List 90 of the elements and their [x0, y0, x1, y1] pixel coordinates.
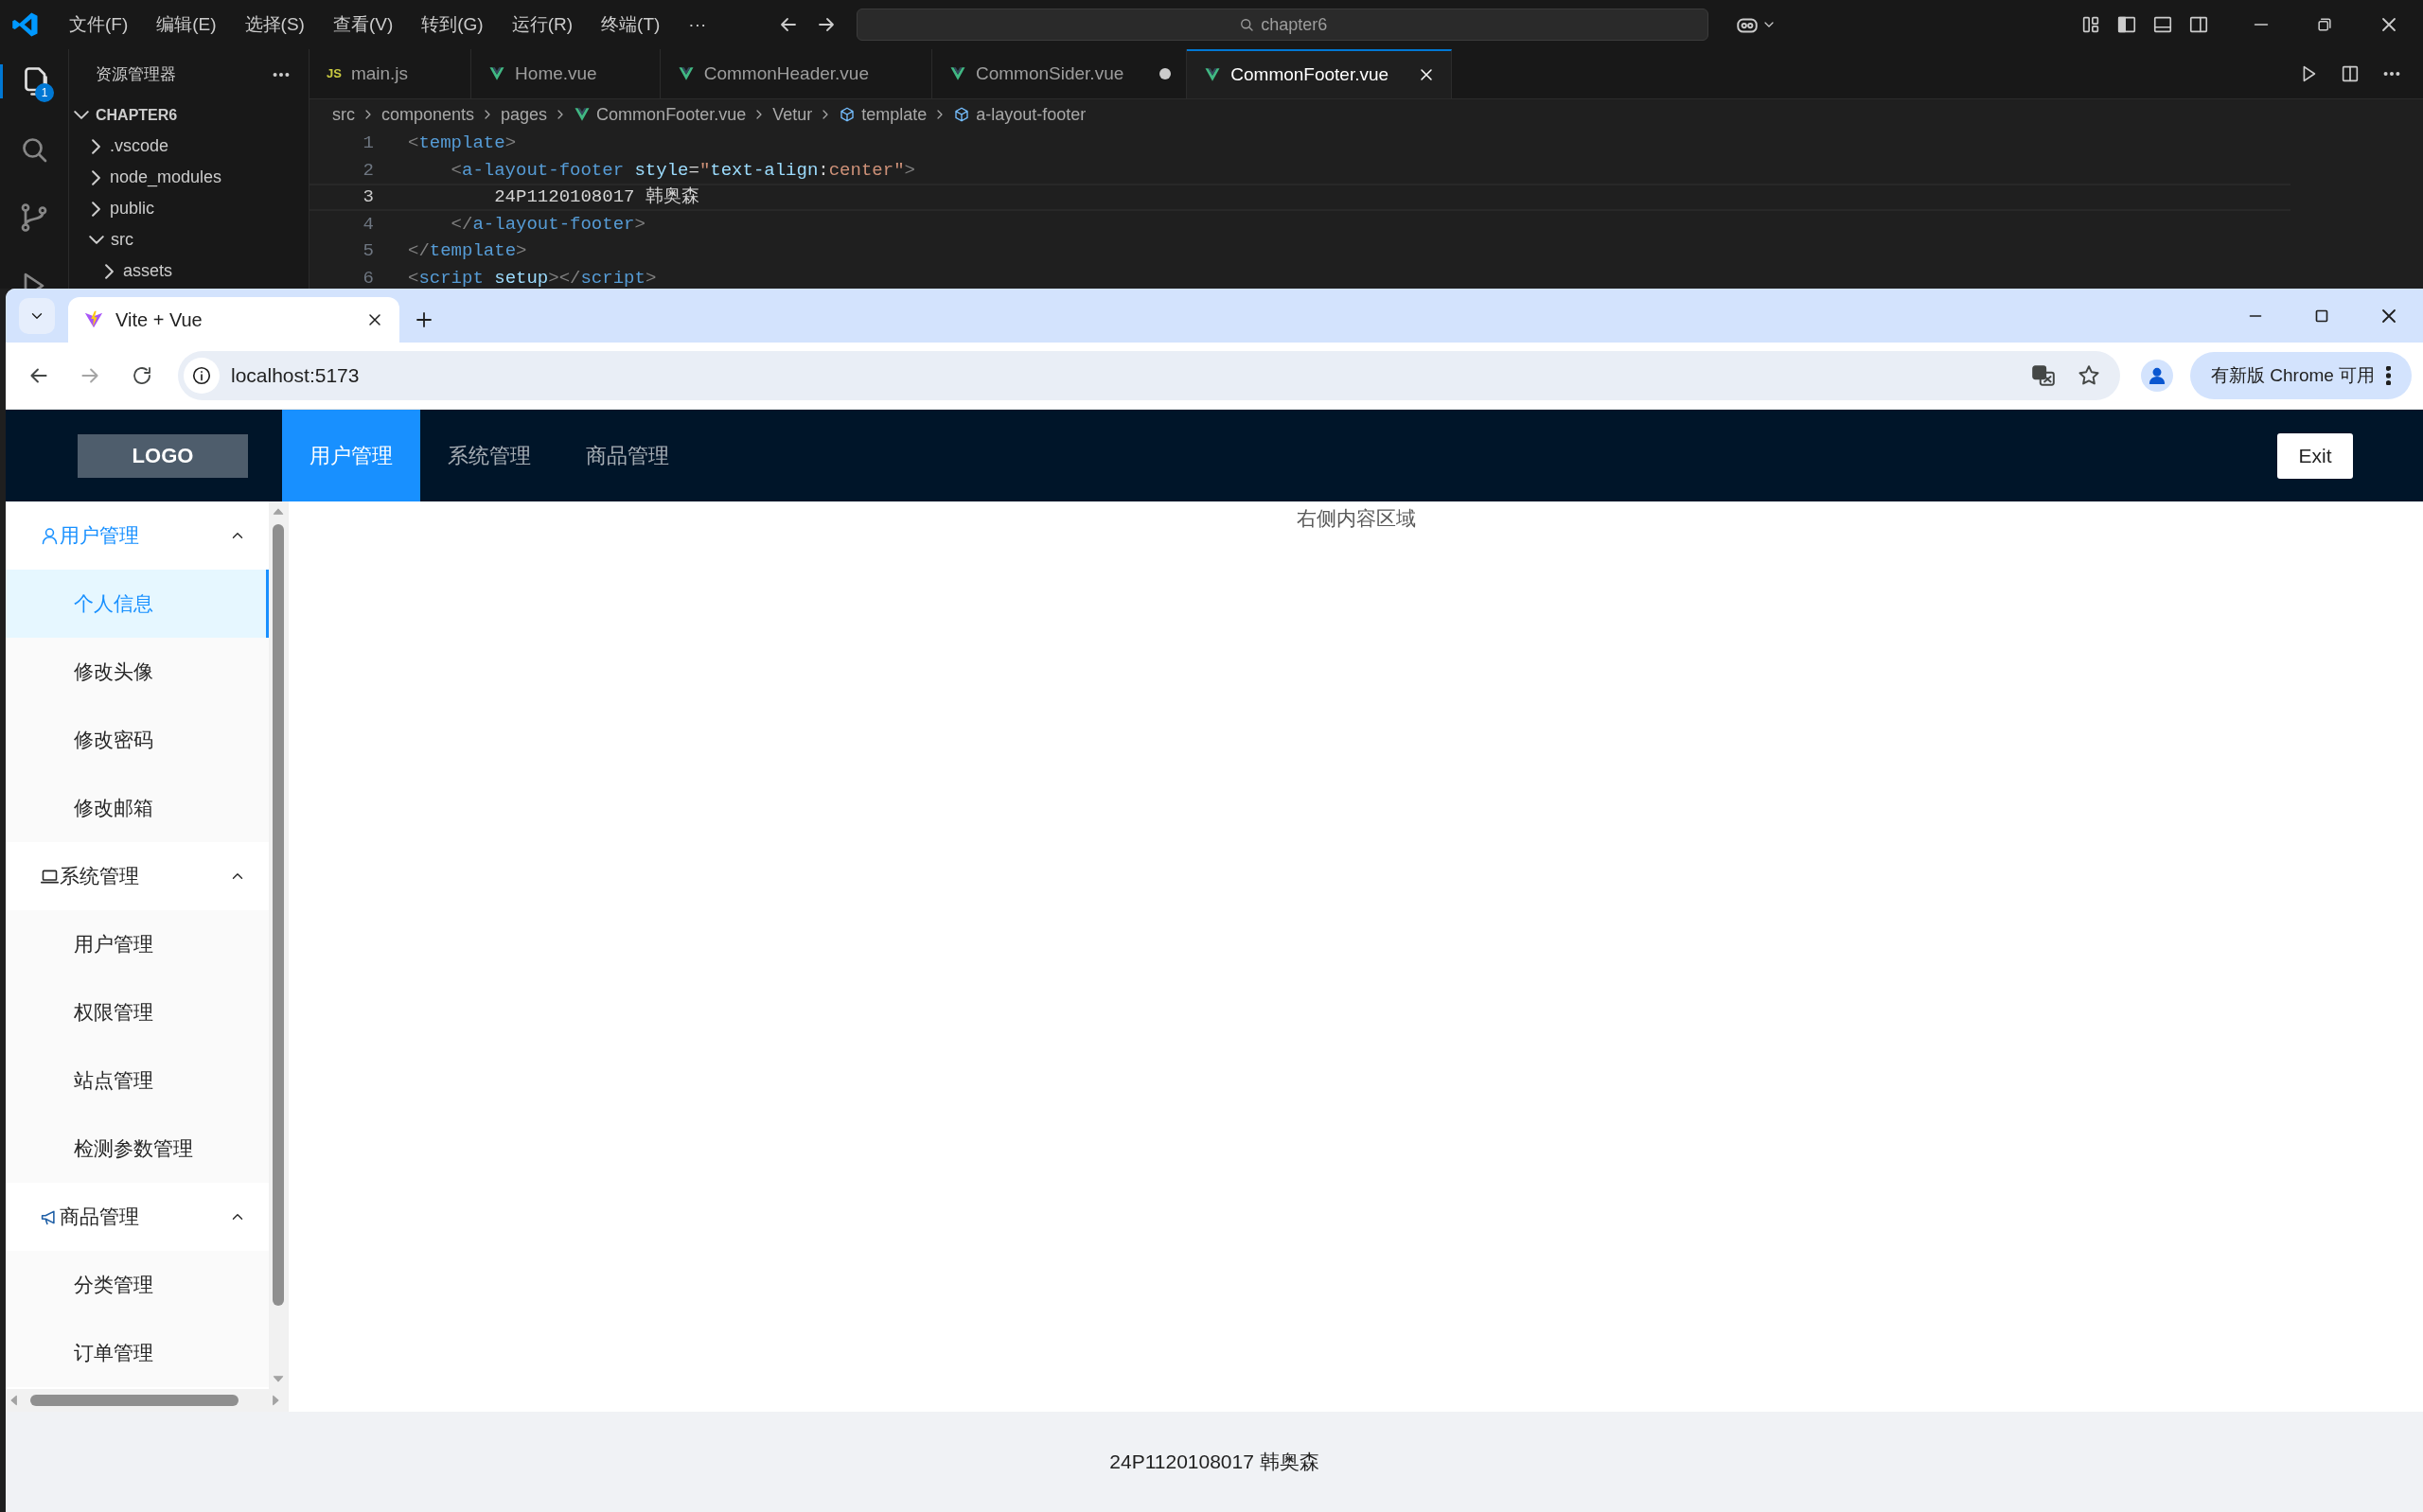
editor-tab[interactable]: CommonHeader.vue	[660, 49, 932, 98]
editor-tab[interactable]: CommonFooter.vue	[1187, 49, 1453, 98]
breadcrumb[interactable]: src	[332, 101, 355, 128]
breadcrumb[interactable]: components	[381, 101, 475, 128]
cube-icon	[953, 106, 971, 123]
command-center[interactable]: chapter6	[857, 9, 1709, 41]
tree-item[interactable]: src	[69, 224, 309, 255]
menu-item[interactable]: ···	[674, 10, 721, 39]
menu-item[interactable]: 文件(F)	[55, 10, 143, 39]
nav-tab[interactable]: 系统管理	[420, 410, 558, 501]
chevron-down-icon	[89, 236, 104, 244]
vue-logo-icon	[488, 65, 506, 82]
kebab-menu-icon	[2386, 366, 2392, 385]
layout-icon[interactable]	[2080, 14, 2101, 35]
line-number: 6	[362, 267, 374, 289]
code-line: <template>	[408, 132, 517, 156]
address-bar[interactable]: localhost:5173	[178, 351, 2120, 400]
breadcrumb[interactable]: pages	[501, 101, 548, 128]
vue-logo-icon	[948, 65, 966, 82]
code-line: </template>	[408, 239, 527, 264]
browser-tab[interactable]: Vite + Vue	[68, 297, 399, 343]
panel-toggle-icon[interactable]	[2152, 14, 2173, 35]
vue-logo-icon	[574, 106, 592, 123]
editor-tab[interactable]: Home.vue	[471, 49, 661, 98]
menu-item[interactable]: 订单管理	[6, 1319, 269, 1387]
line-number: 5	[362, 239, 374, 264]
reload-icon[interactable]	[131, 364, 153, 387]
breadcrumb[interactable]: CommonFooter.vue	[574, 101, 747, 128]
restore-icon[interactable]	[2315, 15, 2334, 34]
js-icon: JS	[327, 64, 342, 83]
profile-button[interactable]	[2141, 360, 2173, 392]
line-number: 3	[362, 185, 374, 210]
code-line: 24P1120108017 韩奥森	[493, 185, 699, 210]
editor-tab[interactable]: JS main.js	[310, 49, 472, 98]
menu-item[interactable]: 分类管理	[6, 1251, 269, 1319]
code-line: <a-layout-footer style="text-align:center">	[450, 158, 915, 183]
tree-item[interactable]: .vscode	[69, 131, 309, 162]
code-line: <script setup></script>	[408, 267, 657, 289]
vscode-logo-icon	[11, 10, 40, 39]
update-button[interactable]: 有新版 Chrome 可用	[2190, 352, 2413, 399]
chevron-down-icon	[74, 111, 89, 119]
breadcrumb[interactable]: template	[839, 101, 928, 128]
user-icon	[40, 525, 60, 546]
menu-item[interactable]: 转到(G)	[407, 10, 498, 39]
cube-icon	[839, 106, 857, 123]
chevron-right-icon	[105, 263, 114, 279]
exit-button[interactable]: Exit	[2277, 432, 2353, 479]
menu-item[interactable]: 修改邮箱	[6, 774, 269, 842]
code-line: </a-layout-footer>	[450, 212, 646, 237]
logo: LOGO	[78, 433, 248, 478]
menu-item[interactable]: 权限管理	[6, 978, 269, 1046]
menu-item[interactable]: 检测参数管理	[6, 1115, 269, 1183]
url-text: localhost:5173	[231, 363, 361, 389]
nav-tab[interactable]: 商品管理	[558, 410, 697, 501]
menu-item[interactable]: 终端(T)	[587, 10, 675, 39]
panel-title: 资源管理器	[96, 63, 176, 85]
tree-item[interactable]: assets	[69, 255, 309, 287]
footer-text: 24P1120108017 韩奥森	[1109, 1450, 1319, 1475]
info-icon[interactable]	[191, 365, 212, 386]
translate-icon[interactable]	[2031, 363, 2056, 388]
menu-item[interactable]: 查看(V)	[318, 10, 408, 39]
tree-item[interactable]: public	[69, 193, 309, 224]
menu-item[interactable]: 编辑(E)	[142, 10, 231, 39]
menu-item[interactable]: 选择(S)	[230, 10, 319, 39]
notification-badge: 1	[35, 83, 54, 102]
secondary-sidebar-icon[interactable]	[2188, 14, 2209, 35]
line-number: 4	[362, 212, 374, 237]
menu-item[interactable]: 用户管理	[6, 910, 269, 978]
vue-logo-icon	[677, 65, 695, 82]
search-text: chapter6	[1261, 13, 1328, 36]
folder-header[interactable]: CHAPTER6	[69, 99, 309, 131]
menu-group[interactable]: 系统管理	[6, 842, 269, 910]
breadcrumb[interactable]: a-layout-footer	[953, 101, 1087, 128]
menu-item[interactable]: 运行(R)	[497, 10, 588, 39]
line-number: 1	[362, 132, 374, 156]
sidebar-toggle-icon[interactable]	[2116, 14, 2137, 35]
person-icon	[2147, 365, 2167, 386]
chevron-right-icon	[92, 201, 100, 217]
split-editor-icon[interactable]	[2340, 63, 2361, 84]
menu-item[interactable]: 修改头像	[6, 638, 269, 706]
vue-logo-icon	[1204, 66, 1222, 83]
menu-item[interactable]: 站点管理	[6, 1046, 269, 1115]
tree-item[interactable]: node_modules	[69, 162, 309, 193]
chevron-right-icon	[92, 138, 100, 154]
menu-group[interactable]: 商品管理	[6, 1183, 269, 1251]
chevron-right-icon	[92, 169, 100, 185]
breadcrumb[interactable]: Vetur	[772, 101, 813, 128]
line-number: 2	[362, 158, 374, 183]
menu-item[interactable]: 修改密码	[6, 706, 269, 774]
content-text: 右侧内容区域	[1296, 506, 1416, 531]
